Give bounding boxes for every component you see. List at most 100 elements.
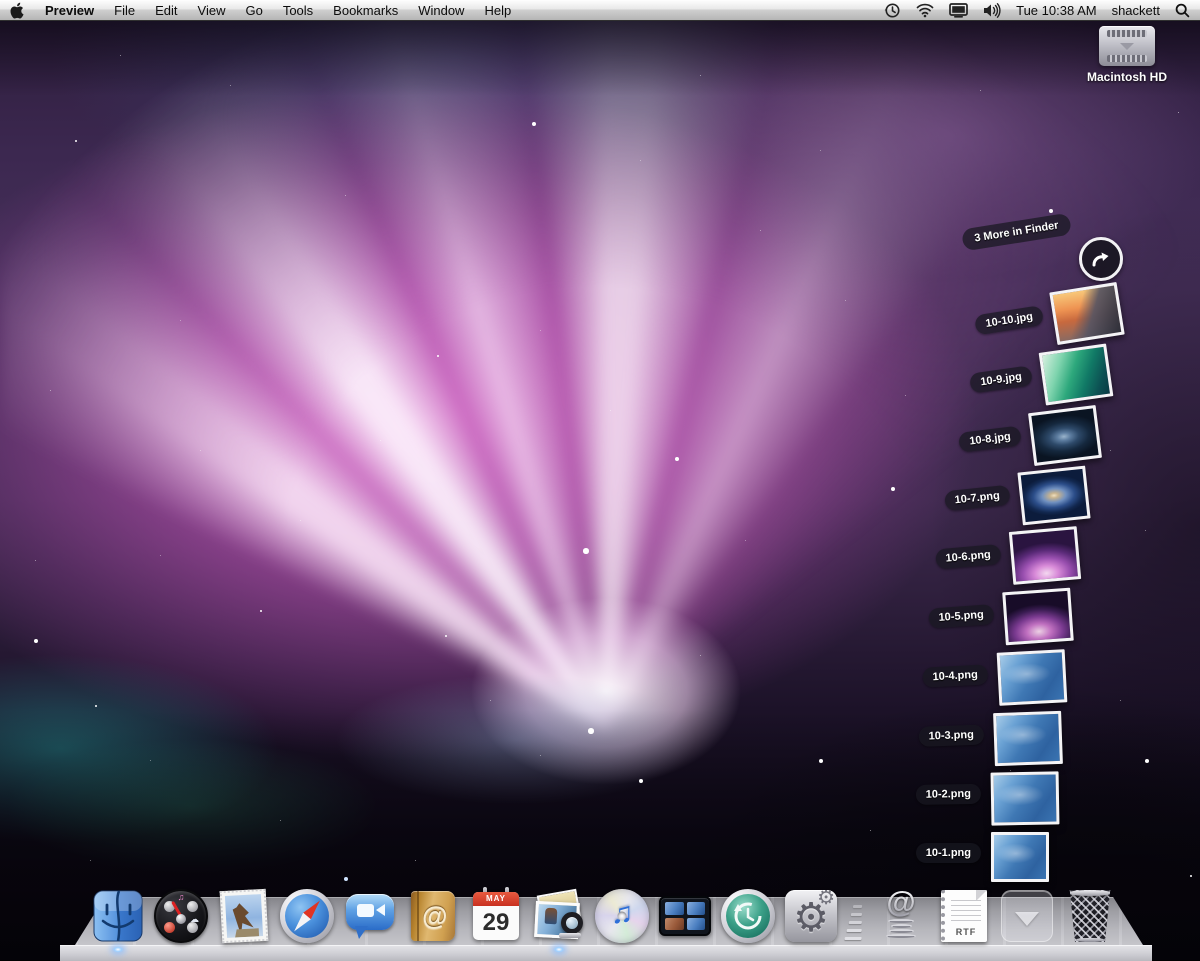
menu-window[interactable]: Window: [418, 3, 464, 18]
dashboard-widget: [187, 901, 198, 912]
page-text-lines: [951, 900, 981, 922]
wifi-icon[interactable]: [916, 3, 934, 18]
ichat-icon: [342, 888, 398, 944]
dock-open-stack[interactable]: [999, 888, 1055, 944]
webloc-at-spring-icon: @: [873, 888, 929, 944]
rtf-document-icon: RTF: [936, 888, 992, 944]
dock-itunes[interactable]: ♫: [594, 888, 650, 944]
stack-item-thumbnail[interactable]: [1049, 282, 1124, 345]
stack-item-label: 10-3.png: [918, 725, 984, 747]
stack-item-label: 10-8.jpg: [958, 425, 1022, 452]
stack-item-thumbnail[interactable]: [1039, 344, 1114, 406]
dock-system-preferences[interactable]: ⚙ ⚙: [783, 888, 839, 944]
cd-hole: [618, 912, 627, 921]
stack-item-10-4[interactable]: 10-4.png: [997, 649, 1068, 705]
menu-bar: Preview File Edit View Go Tools Bookmark…: [0, 0, 1200, 21]
stack-item-thumbnail[interactable]: [997, 649, 1068, 705]
stack-item-thumbnail[interactable]: [1009, 526, 1081, 585]
running-indicator: [112, 946, 124, 953]
show-in-finder-button[interactable]: [1079, 237, 1123, 281]
trash-base: [1076, 938, 1104, 942]
apple-menu-icon[interactable]: [10, 2, 25, 19]
dock: ♫ ☁: [90, 882, 1118, 944]
dock-preview[interactable]: [531, 888, 587, 944]
stack-item-10-8[interactable]: 10-8.jpg: [1028, 405, 1102, 466]
dock-ical[interactable]: MAY 29: [468, 888, 524, 944]
stack-item-10-1[interactable]: 10-1.png: [991, 832, 1049, 882]
ical-icon: MAY 29: [468, 888, 524, 944]
menu-bookmarks[interactable]: Bookmarks: [333, 3, 398, 18]
dashboard-widget: [164, 922, 175, 933]
dock-rtf-document[interactable]: RTF: [936, 888, 992, 944]
dock-shelf-front-edge: [60, 945, 1152, 961]
time-machine-dock-icon: [720, 888, 776, 944]
rtf-badge: RTF: [945, 927, 987, 937]
dock-dashboard[interactable]: ♫ ☁: [153, 888, 209, 944]
spotlight-search-icon[interactable]: [1175, 3, 1190, 18]
time-machine-icon[interactable]: [884, 2, 901, 19]
active-app-menu[interactable]: Preview: [45, 3, 94, 18]
stack-item-thumbnail[interactable]: [1002, 588, 1074, 646]
trash-rim: [1068, 890, 1112, 896]
dock-time-machine[interactable]: [720, 888, 776, 944]
stack-item-label: 10-1.png: [916, 843, 981, 863]
gear-icon-small: ⚙: [817, 890, 835, 908]
dashboard-widget-note: ♫: [178, 893, 185, 902]
stack-item-10-5[interactable]: 10-5.png: [1002, 588, 1074, 646]
dashboard-icon: ♫ ☁: [153, 888, 209, 944]
dock-address-book[interactable]: @: [405, 888, 461, 944]
video-camera-lens: [376, 904, 385, 916]
stack-more-in-finder[interactable]: 3 More in Finder: [961, 213, 1072, 252]
at-symbol: @: [422, 901, 447, 932]
running-indicator: [553, 946, 565, 953]
stack-item-thumbnail[interactable]: [993, 711, 1063, 766]
stack-item-10-7[interactable]: 10-7.png: [1017, 466, 1090, 526]
menu-bar-status: Tue 10:38 AM shackett: [884, 2, 1190, 19]
open-stack-icon: [999, 888, 1055, 944]
stack-item-thumbnail[interactable]: [1028, 405, 1102, 466]
dock-stack-fan: 3 More in Finder 10-10.jpg 10-9.jpg 10-8…: [0, 0, 1200, 960]
dock-trash[interactable]: [1062, 888, 1118, 944]
calendar-day: 29: [473, 906, 519, 940]
dock-finder[interactable]: [90, 888, 146, 944]
stack-item-10-10[interactable]: 10-10.jpg: [1049, 282, 1124, 345]
at-symbol: @: [879, 888, 923, 918]
displays-icon[interactable]: [949, 3, 968, 18]
finder-icon: [90, 888, 146, 944]
photo-subject: [545, 908, 558, 925]
dock-mail[interactable]: [216, 888, 272, 944]
dashboard-hub: [176, 914, 186, 924]
mail-stamp-icon: [216, 888, 272, 944]
menu-help[interactable]: Help: [484, 3, 511, 18]
stack-item-label: 10-2.png: [916, 784, 982, 805]
dock-internet-location[interactable]: @: [873, 888, 929, 944]
stack-item-10-9[interactable]: 10-9.jpg: [1039, 344, 1114, 406]
preview-icon: [531, 888, 587, 944]
stack-item-10-2[interactable]: 10-2.png: [991, 771, 1060, 825]
menu-view[interactable]: View: [198, 3, 226, 18]
menu-go[interactable]: Go: [245, 3, 262, 18]
dashboard-widget: [187, 922, 198, 933]
stack-item-thumbnail[interactable]: [991, 832, 1049, 882]
stack-item-10-3[interactable]: 10-3.png: [993, 711, 1063, 766]
menu-clock[interactable]: Tue 10:38 AM: [1016, 3, 1096, 18]
stack-item-thumbnail[interactable]: [1017, 466, 1090, 526]
trash-icon: [1062, 888, 1118, 944]
stack-item-label: 10-6.png: [935, 544, 1002, 570]
spring-base: [879, 919, 923, 938]
stack-item-thumbnail[interactable]: [991, 771, 1060, 825]
dock-ichat[interactable]: [342, 888, 398, 944]
stack-item-10-6[interactable]: 10-6.png: [1009, 526, 1081, 585]
dock-spaces[interactable]: [657, 888, 713, 944]
speech-bubble-tail: [355, 926, 368, 939]
dock-safari[interactable]: [279, 888, 335, 944]
magnifier-loupe: [561, 912, 583, 934]
menu-file[interactable]: File: [114, 3, 135, 18]
down-arrow-icon: [1015, 912, 1039, 926]
stack-item-label: 10-4.png: [922, 664, 988, 687]
volume-icon[interactable]: [983, 3, 1001, 18]
menu-user[interactable]: shackett: [1112, 3, 1160, 18]
menu-tools[interactable]: Tools: [283, 3, 313, 18]
menu-edit[interactable]: Edit: [155, 3, 177, 18]
menu-bar-left: Preview File Edit View Go Tools Bookmark…: [10, 2, 511, 19]
